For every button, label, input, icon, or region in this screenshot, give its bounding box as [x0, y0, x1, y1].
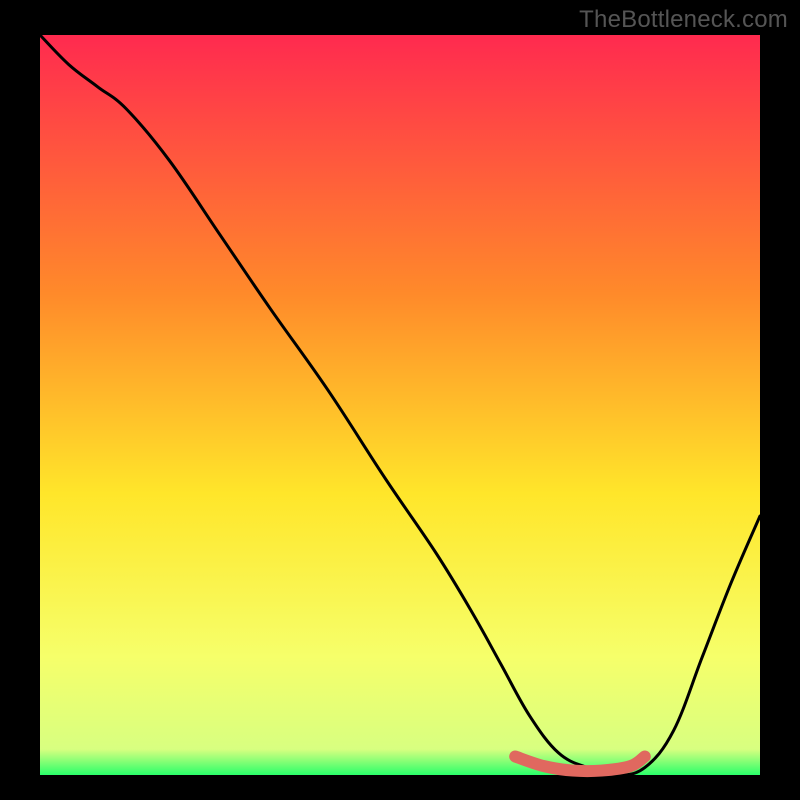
- bottleneck-chart: [0, 0, 800, 800]
- watermark-text: TheBottleneck.com: [579, 6, 788, 34]
- gradient-plot-area: [40, 35, 760, 775]
